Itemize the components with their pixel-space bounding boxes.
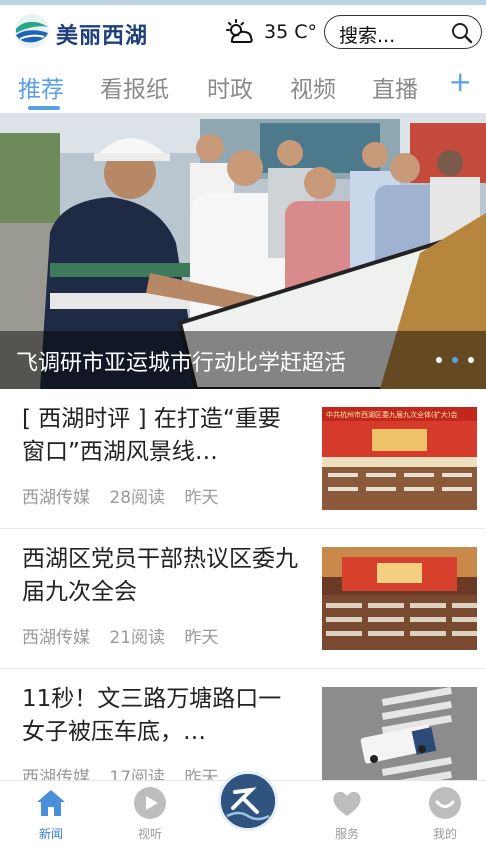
nav-news[interactable]: 新闻 — [16, 785, 86, 842]
nav-media-label: 视听 — [137, 827, 162, 841]
news-thumbnail — [322, 547, 477, 650]
bottom-nav: 新闻 视听 服务 我的 — [0, 771, 486, 847]
heart-icon — [333, 791, 361, 816]
thumb-caption: 中共杭州市西湖区委九届九次全体(扩大)会 — [326, 410, 457, 419]
carousel-dot[interactable] — [436, 357, 442, 363]
news-source: 西湖传媒 — [22, 628, 90, 648]
tab-politics[interactable]: 时政 — [207, 70, 253, 104]
news-item[interactable]: [ 西湖时评 ] 在打造“重要窗口”西湖风景线… 西湖传媒 28阅读 昨天 中共… — [0, 389, 486, 529]
active-tab-indicator — [28, 106, 60, 110]
nav-profile[interactable]: 我的 — [410, 785, 480, 842]
search-icon[interactable] — [451, 22, 473, 44]
channel-tabs: 推荐 看报纸 时政 视频 直播 + — [0, 62, 486, 112]
news-meta: 西湖传媒 21阅读 昨天 — [22, 623, 232, 648]
news-thumbnail: 中共杭州市西湖区委九届九次全体(扩大)会 — [322, 407, 477, 510]
app-logo-icon — [15, 14, 49, 48]
home-icon — [37, 790, 65, 816]
nav-news-label: 新闻 — [38, 827, 63, 841]
add-channel-icon[interactable]: + — [449, 68, 472, 96]
news-item[interactable]: 西湖区党员干部热议区委九届九次全会 西湖传媒 21阅读 昨天 — [0, 529, 486, 669]
news-thumbnail — [322, 687, 477, 790]
carousel-dot-active[interactable] — [452, 357, 458, 363]
news-time: 昨天 — [184, 488, 219, 508]
profile-icon — [429, 787, 461, 819]
tab-live[interactable]: 直播 — [372, 70, 418, 104]
news-title: [ 西湖时评 ] 在打造“重要窗口”西湖风景线… — [22, 406, 281, 465]
tab-newspaper[interactable]: 看报纸 — [100, 70, 169, 104]
news-reads: 21阅读 — [109, 628, 166, 648]
search-placeholder: 搜索... — [339, 25, 396, 47]
temperature-text: 35 C° — [264, 21, 317, 43]
news-title: 西湖区党员干部热议区委九届九次全会 — [22, 546, 298, 605]
weather-sun-cloud-icon — [226, 19, 253, 43]
app-header: 美丽西湖 35 C° 搜索... — [0, 5, 486, 60]
news-meta: 西湖传媒 28阅读 昨天 — [22, 483, 232, 508]
nav-service[interactable]: 服务 — [312, 785, 382, 842]
headline-banner[interactable]: 飞调研市亚运城市行动比学赶超活 — [0, 113, 486, 389]
news-reads: 28阅读 — [109, 488, 166, 508]
news-source: 西湖传媒 — [22, 488, 90, 508]
nav-profile-label: 我的 — [432, 827, 457, 841]
center-logo-icon — [221, 774, 275, 828]
nav-media[interactable]: 视听 — [115, 785, 185, 842]
app-brand-name: 美丽西湖 — [56, 24, 149, 49]
banner-title: 飞调研市亚运城市行动比学赶超活 — [16, 351, 347, 376]
play-icon — [134, 787, 166, 819]
news-title: 11秒！文三路万塘路口一女子被压车底，… — [22, 686, 282, 745]
tab-video[interactable]: 视频 — [290, 70, 336, 104]
carousel-dot[interactable] — [468, 357, 474, 363]
banner-caption-bar: 飞调研市亚运城市行动比学赶超活 — [0, 331, 486, 389]
center-logo-button[interactable] — [218, 771, 278, 831]
carousel-dots[interactable] — [436, 357, 474, 363]
news-time: 昨天 — [184, 628, 219, 648]
search-box[interactable]: 搜索... — [324, 15, 482, 49]
tab-recommend[interactable]: 推荐 — [18, 70, 64, 104]
nav-service-label: 服务 — [334, 827, 359, 841]
